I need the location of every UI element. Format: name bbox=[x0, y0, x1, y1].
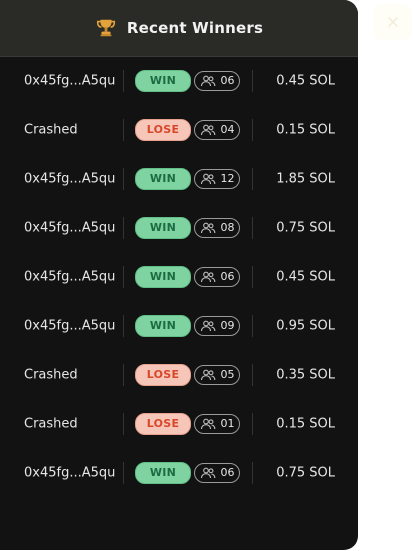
players-pill: 09 bbox=[194, 315, 240, 336]
player-address: 0x45fg...A5qu bbox=[24, 318, 116, 333]
trophy-icon bbox=[95, 17, 117, 39]
result-badge: LOSE bbox=[135, 412, 191, 435]
divider bbox=[123, 314, 124, 337]
player-address: 0x45fg...A5qu bbox=[24, 269, 116, 284]
winner-row: 0x45fg...A5qu WIN 08 0.75 SOL bbox=[0, 203, 358, 252]
divider bbox=[123, 265, 124, 288]
players-count: 01 bbox=[220, 417, 235, 430]
payout-amount: 0.45 SOL bbox=[276, 73, 335, 88]
result-badge: LOSE bbox=[135, 118, 191, 141]
divider bbox=[123, 216, 124, 239]
players-pill: 12 bbox=[194, 168, 240, 189]
winners-list: 0x45fg...A5qu WIN 06 0.45 SOL Crashed LOSE 04 0… bbox=[0, 56, 358, 497]
payout-amount: 0.75 SOL bbox=[276, 220, 335, 235]
divider bbox=[252, 412, 253, 435]
page-title: Recent Winners bbox=[126, 19, 264, 37]
players-count: 09 bbox=[220, 319, 235, 332]
players-icon bbox=[200, 467, 215, 478]
player-address: 0x45fg...A5qu bbox=[24, 73, 116, 88]
close-icon bbox=[388, 17, 398, 27]
result-badge: WIN bbox=[135, 461, 191, 484]
divider bbox=[252, 69, 253, 92]
player-address: Crashed bbox=[24, 367, 78, 382]
divider bbox=[252, 265, 253, 288]
players-count: 12 bbox=[220, 172, 235, 185]
payout-amount: 1.85 SOL bbox=[276, 171, 335, 186]
divider bbox=[252, 167, 253, 190]
divider bbox=[123, 167, 124, 190]
players-icon bbox=[200, 173, 215, 184]
divider bbox=[123, 412, 124, 435]
players-icon bbox=[200, 418, 215, 429]
players-count: 05 bbox=[220, 368, 235, 381]
result-badge: WIN bbox=[135, 69, 191, 92]
player-address: 0x45fg...A5qu bbox=[24, 465, 116, 480]
player-address: Crashed bbox=[24, 122, 78, 137]
players-icon bbox=[200, 369, 215, 380]
divider bbox=[252, 314, 253, 337]
players-count: 04 bbox=[220, 123, 235, 136]
divider bbox=[123, 363, 124, 386]
players-icon bbox=[200, 222, 215, 233]
winner-row: 0x45fg...A5qu WIN 12 1.85 SOL bbox=[0, 154, 358, 203]
divider bbox=[123, 461, 124, 484]
winner-row: 0x45fg...A5qu WIN 06 0.75 SOL bbox=[0, 448, 358, 497]
players-count: 08 bbox=[220, 221, 235, 234]
payout-amount: 0.75 SOL bbox=[276, 465, 335, 480]
result-badge: WIN bbox=[135, 314, 191, 337]
divider bbox=[123, 118, 124, 141]
payout-amount: 0.35 SOL bbox=[276, 367, 335, 382]
winner-row: Crashed LOSE 04 0.15 SOL bbox=[0, 105, 358, 154]
recent-winners-panel: Recent Winners 0x45fg...A5qu WIN 06 0.45 SO… bbox=[0, 0, 358, 550]
players-pill: 06 bbox=[194, 462, 240, 483]
divider bbox=[252, 216, 253, 239]
players-pill: 06 bbox=[194, 266, 240, 287]
winner-row: 0x45fg...A5qu WIN 09 0.95 SOL bbox=[0, 301, 358, 350]
players-pill: 05 bbox=[194, 364, 240, 385]
divider bbox=[252, 363, 253, 386]
payout-amount: 0.45 SOL bbox=[276, 269, 335, 284]
result-badge: WIN bbox=[135, 265, 191, 288]
payout-amount: 0.95 SOL bbox=[276, 318, 335, 333]
players-pill: 06 bbox=[194, 70, 240, 91]
result-badge: WIN bbox=[135, 167, 191, 190]
players-icon bbox=[200, 271, 215, 282]
payout-amount: 0.15 SOL bbox=[276, 416, 335, 431]
winner-row: 0x45fg...A5qu WIN 06 0.45 SOL bbox=[0, 56, 358, 105]
winner-row: 0x45fg...A5qu WIN 06 0.45 SOL bbox=[0, 252, 358, 301]
close-button[interactable] bbox=[374, 4, 412, 40]
winner-row: Crashed LOSE 05 0.35 SOL bbox=[0, 350, 358, 399]
winner-row: Crashed LOSE 01 0.15 SOL bbox=[0, 399, 358, 448]
players-pill: 04 bbox=[194, 119, 240, 140]
divider bbox=[252, 118, 253, 141]
players-pill: 01 bbox=[194, 413, 240, 434]
divider bbox=[252, 461, 253, 484]
players-icon bbox=[200, 320, 215, 331]
player-address: 0x45fg...A5qu bbox=[24, 220, 116, 235]
players-icon bbox=[200, 124, 215, 135]
payout-amount: 0.15 SOL bbox=[276, 122, 335, 137]
players-icon bbox=[200, 75, 215, 86]
panel-header: Recent Winners bbox=[0, 0, 358, 57]
player-address: 0x45fg...A5qu bbox=[24, 171, 116, 186]
result-badge: WIN bbox=[135, 216, 191, 239]
players-count: 06 bbox=[220, 270, 235, 283]
player-address: Crashed bbox=[24, 416, 78, 431]
players-pill: 08 bbox=[194, 217, 240, 238]
players-count: 06 bbox=[220, 74, 235, 87]
result-badge: LOSE bbox=[135, 363, 191, 386]
players-count: 06 bbox=[220, 466, 235, 479]
divider bbox=[123, 69, 124, 92]
